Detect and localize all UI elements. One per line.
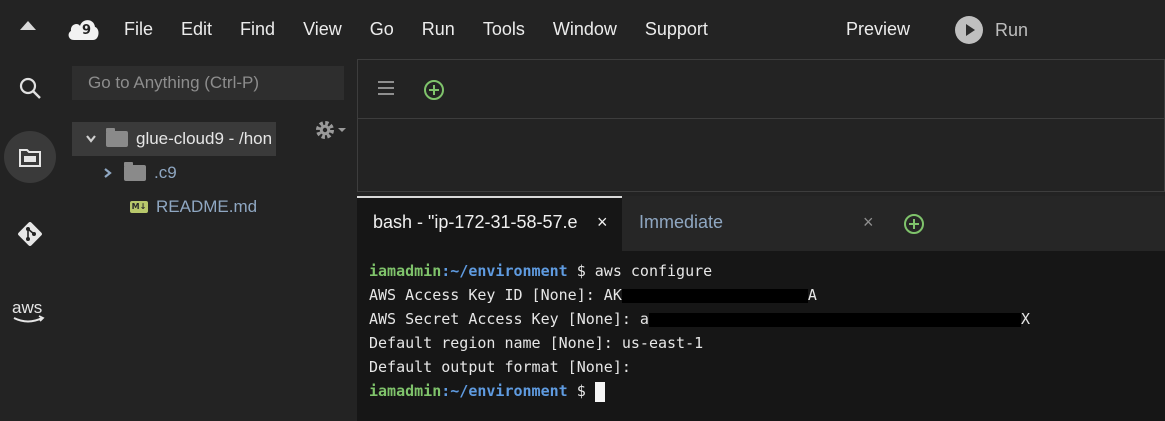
folder-icon bbox=[124, 162, 146, 181]
terminal-text: AWS Access Key ID [None]: AK bbox=[369, 286, 622, 304]
git-icon bbox=[18, 222, 42, 246]
menu-support[interactable]: Support bbox=[631, 0, 722, 58]
side-rail: aws bbox=[0, 58, 60, 421]
tree-root-folder[interactable]: glue-cloud9 - /hon bbox=[72, 122, 276, 156]
terminal-line: AWS Access Key ID [None]: AK A bbox=[369, 283, 1030, 307]
terminal-pane: bash - "ip-172-31-58-57.e × Immediate × … bbox=[357, 196, 1165, 421]
prompt-dollar: $ bbox=[567, 262, 595, 280]
tree-file-label: README.md bbox=[156, 197, 258, 216]
menu-window[interactable]: Window bbox=[539, 0, 631, 58]
terminal-cursor bbox=[594, 381, 605, 402]
close-icon[interactable]: × bbox=[597, 212, 608, 233]
terminal-tab-bar: bash - "ip-172-31-58-57.e × Immediate × bbox=[357, 196, 1165, 252]
terminal-line: Default region name [None]: us-east-1 bbox=[369, 331, 1030, 355]
redaction-bar bbox=[648, 312, 1021, 327]
git-rail-button[interactable] bbox=[4, 208, 56, 260]
markdown-file-icon: M↓ bbox=[130, 201, 148, 213]
menu-view[interactable]: View bbox=[289, 0, 356, 58]
terminal-output[interactable]: iamadmin:~/environment $ aws configure A… bbox=[369, 259, 1030, 403]
search-icon bbox=[19, 77, 41, 99]
chevron-right-icon[interactable] bbox=[104, 168, 114, 178]
svg-text:9: 9 bbox=[82, 23, 91, 38]
terminal-line: AWS Secret Access Key [None]: a X bbox=[369, 307, 1030, 331]
tree-folder-label: .c9 bbox=[154, 163, 177, 182]
redaction-bar bbox=[621, 288, 808, 303]
gear-icon[interactable] bbox=[314, 118, 348, 142]
close-icon[interactable]: × bbox=[863, 212, 874, 233]
files-rail-button[interactable] bbox=[4, 131, 56, 183]
menu-file[interactable]: File bbox=[110, 0, 167, 58]
terminal-line: iamadmin:~/environment $ bbox=[369, 379, 1030, 403]
chevron-down-icon[interactable] bbox=[86, 135, 96, 143]
editor-tab-bar bbox=[358, 60, 1164, 119]
prompt-path: :~/environment bbox=[441, 382, 568, 400]
prompt-user: iamadmin bbox=[369, 262, 442, 280]
play-icon bbox=[955, 16, 983, 44]
menu-tools[interactable]: Tools bbox=[469, 0, 539, 58]
menu-go[interactable]: Go bbox=[356, 0, 408, 58]
terminal-text: A bbox=[807, 286, 817, 304]
file-tree-panel: Go to Anything (Ctrl-P) glue-cloud9 - /h… bbox=[60, 58, 356, 421]
tree-file-readme[interactable]: M↓ README.md bbox=[130, 190, 257, 224]
menu-find[interactable]: Find bbox=[226, 0, 289, 58]
menu-run[interactable]: Run bbox=[408, 0, 469, 58]
terminal-text: X bbox=[1020, 310, 1030, 328]
run-button[interactable]: Run bbox=[955, 16, 1028, 44]
add-tab-icon[interactable] bbox=[424, 80, 444, 100]
editor-pane bbox=[357, 59, 1165, 192]
menu-edit[interactable]: Edit bbox=[167, 0, 226, 58]
run-button-label: Run bbox=[995, 19, 1029, 40]
tab-bash[interactable]: bash - "ip-172-31-58-57.e × bbox=[357, 196, 622, 252]
aws-icon: aws bbox=[12, 298, 45, 323]
collapse-menu-icon[interactable] bbox=[20, 21, 36, 30]
terminal-command: aws configure bbox=[594, 262, 713, 280]
tree-folder-c9[interactable]: .c9 bbox=[104, 156, 177, 190]
go-to-anything-input[interactable]: Go to Anything (Ctrl-P) bbox=[72, 66, 344, 100]
tab-immediate-label: Immediate bbox=[639, 212, 724, 232]
menu-items: File Edit Find View Go Run Tools Window … bbox=[110, 0, 722, 58]
tab-bash-label: bash - "ip-172-31-58-57.e bbox=[373, 212, 578, 232]
hamburger-menu-icon[interactable] bbox=[378, 81, 394, 99]
prompt-user: iamadmin bbox=[369, 382, 442, 400]
files-icon bbox=[19, 149, 41, 167]
terminal-line: Default output format [None]: bbox=[369, 355, 1030, 379]
terminal-text: Default output format [None]: bbox=[369, 358, 631, 376]
terminal-line: iamadmin:~/environment $ aws configure bbox=[369, 259, 1030, 283]
add-terminal-tab-icon[interactable] bbox=[904, 214, 924, 234]
terminal-text: Default region name [None]: us-east-1 bbox=[369, 334, 704, 352]
tree-root-label: glue-cloud9 - /hon bbox=[136, 129, 273, 148]
cloud9-logo-icon[interactable]: 9 bbox=[66, 14, 100, 42]
folder-icon bbox=[106, 128, 128, 147]
prompt-dollar: $ bbox=[567, 382, 595, 400]
menu-bar: 9 File Edit Find View Go Run Tools Windo… bbox=[0, 0, 1165, 58]
preview-button[interactable]: Preview bbox=[846, 0, 910, 58]
aws-icon-label: aws bbox=[12, 298, 42, 317]
prompt-path: :~/environment bbox=[441, 262, 568, 280]
terminal-text: AWS Secret Access Key [None]: a bbox=[369, 310, 649, 328]
aws-rail-button[interactable]: aws bbox=[4, 286, 56, 338]
search-rail-button[interactable] bbox=[4, 62, 56, 114]
